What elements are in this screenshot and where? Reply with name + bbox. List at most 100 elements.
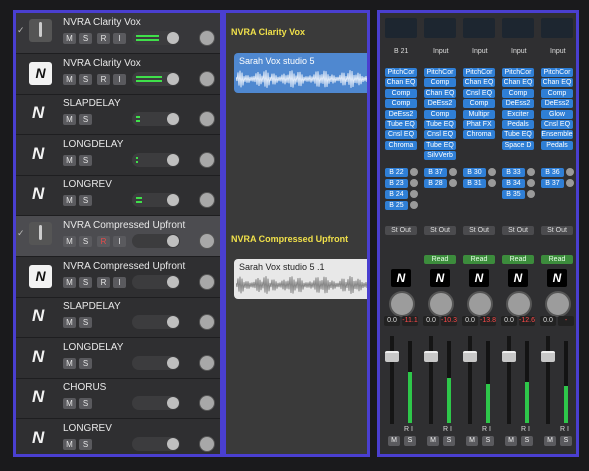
eq-thumbnail[interactable] [541, 18, 573, 38]
solo-button[interactable]: S [560, 436, 572, 446]
mute-button[interactable]: M [63, 74, 76, 85]
plugin-slot[interactable]: DeEss2 [541, 99, 573, 109]
fader-handle[interactable] [167, 276, 179, 288]
plugin-slot[interactable]: Comp [385, 99, 417, 109]
send-slot[interactable]: B 28 [424, 179, 447, 188]
eq-thumbnail[interactable] [385, 18, 417, 38]
plugin-slot[interactable]: Comp [385, 88, 417, 98]
pan-knob[interactable] [199, 436, 215, 452]
send-slot[interactable]: B 25 [385, 201, 408, 210]
fader-handle[interactable] [167, 235, 179, 247]
volume-fader[interactable] [502, 351, 516, 362]
send-level-knob[interactable] [488, 179, 496, 187]
volume-fader[interactable] [132, 72, 180, 86]
volume-fader[interactable] [132, 437, 180, 451]
output-slot[interactable]: St Out [385, 226, 417, 235]
send-level-knob[interactable] [527, 179, 535, 187]
plugin-slot[interactable]: Comp [541, 88, 573, 98]
plugin-slot[interactable]: Space D [502, 140, 534, 150]
plugin-slot[interactable]: Chroma [463, 130, 495, 140]
mute-button[interactable]: M [63, 358, 76, 369]
solo-button[interactable]: S [79, 398, 92, 409]
track-header[interactable]: ✓ NVRA Compressed Upfront M S R I [16, 216, 220, 257]
send-level-knob[interactable] [566, 179, 574, 187]
plugin-slot[interactable]: Exciter [502, 109, 534, 119]
track-header[interactable]: N LONGDELAY M S [16, 135, 220, 176]
automation-mode[interactable]: Read [541, 255, 573, 264]
automation-mode[interactable]: Read [463, 255, 495, 264]
plugin-slot[interactable]: SilvVerb [424, 151, 456, 161]
track-header[interactable]: N LONGREV M S [16, 419, 220, 454]
mute-button[interactable]: M [63, 277, 76, 288]
pan-knob[interactable] [506, 291, 532, 317]
send-slot[interactable]: B 33 [502, 168, 525, 177]
plugin-slot[interactable]: PitchCor [424, 68, 456, 77]
pan-knob[interactable] [199, 71, 215, 87]
fader-handle[interactable] [167, 316, 179, 328]
plugin-slot[interactable]: PitchCor [463, 68, 495, 77]
audio-region[interactable]: Sarah Vox studio 5 [234, 53, 367, 93]
send-level-knob[interactable] [449, 168, 457, 176]
pan-knob[interactable] [199, 233, 215, 249]
mute-button[interactable]: M [63, 195, 76, 206]
volume-fader[interactable] [132, 31, 180, 45]
input-monitor-button[interactable]: I [113, 33, 126, 44]
pan-knob[interactable] [199, 192, 215, 208]
plugin-slot[interactable]: Cnsl EQ [424, 130, 456, 140]
pan-knob[interactable] [428, 291, 454, 317]
send-level-knob[interactable] [410, 168, 418, 176]
plugin-slot[interactable]: Comp [463, 99, 495, 109]
fader-handle[interactable] [167, 397, 179, 409]
volume-fader[interactable] [132, 153, 180, 167]
track-header[interactable]: ✓ NVRA Clarity Vox M S R I [16, 13, 220, 54]
solo-button[interactable]: S [443, 436, 455, 446]
mute-button[interactable]: M [388, 436, 400, 446]
input-slot[interactable]: Input [550, 48, 566, 55]
send-level-knob[interactable] [527, 168, 535, 176]
send-level-knob[interactable] [410, 190, 418, 198]
input-slot[interactable]: Input [433, 48, 449, 55]
mute-button[interactable]: M [63, 236, 76, 247]
mute-button[interactable]: M [544, 436, 556, 446]
record-enable-button[interactable]: R [97, 236, 110, 247]
volume-fader[interactable] [541, 351, 555, 362]
track-header[interactable]: N LONGDELAY M S [16, 338, 220, 379]
plugin-slot[interactable]: Chroma [385, 140, 417, 150]
record-input-buttons[interactable]: R I [443, 426, 452, 433]
pan-knob[interactable] [199, 111, 215, 127]
output-slot[interactable]: St Out [541, 226, 573, 235]
send-slot[interactable]: B 35 [502, 190, 525, 199]
send-slot[interactable]: B 37 [541, 179, 564, 188]
send-slot[interactable]: B 22 [385, 168, 408, 177]
plugin-slot[interactable]: DeEss2 [385, 109, 417, 119]
pan-knob[interactable] [199, 314, 215, 330]
plugin-slot[interactable]: DeEss2 [502, 99, 534, 109]
solo-button[interactable]: S [79, 195, 92, 206]
record-enable-button[interactable]: R [97, 74, 110, 85]
fader-handle[interactable] [167, 73, 179, 85]
plugin-slot[interactable]: Pedals [502, 120, 534, 129]
plugin-slot[interactable]: Comp [424, 78, 456, 88]
pan-knob[interactable] [199, 355, 215, 371]
plugin-slot[interactable]: PitchCor [541, 68, 573, 77]
mute-button[interactable]: M [63, 439, 76, 450]
solo-button[interactable]: S [79, 236, 92, 247]
plugin-slot[interactable]: Tube EQ [424, 140, 456, 150]
send-slot[interactable]: B 34 [502, 179, 525, 188]
plugin-slot[interactable]: Cnsl EQ [385, 130, 417, 140]
plugin-slot[interactable]: Cnsl EQ [463, 88, 495, 98]
track-header[interactable]: N NVRA Clarity Vox M S R I [16, 54, 220, 95]
input-monitor-button[interactable]: I [113, 236, 126, 247]
solo-button[interactable]: S [79, 317, 92, 328]
send-slot[interactable]: B 37 [424, 168, 447, 177]
send-level-knob[interactable] [410, 201, 418, 209]
solo-button[interactable]: S [521, 436, 533, 446]
solo-button[interactable]: S [79, 33, 92, 44]
input-monitor-button[interactable]: I [113, 277, 126, 288]
output-slot[interactable]: St Out [463, 226, 495, 235]
solo-button[interactable]: S [79, 74, 92, 85]
pan-knob[interactable] [199, 395, 215, 411]
volume-fader[interactable] [132, 234, 180, 248]
volume-fader[interactable] [132, 112, 180, 126]
pan-knob[interactable] [199, 30, 215, 46]
